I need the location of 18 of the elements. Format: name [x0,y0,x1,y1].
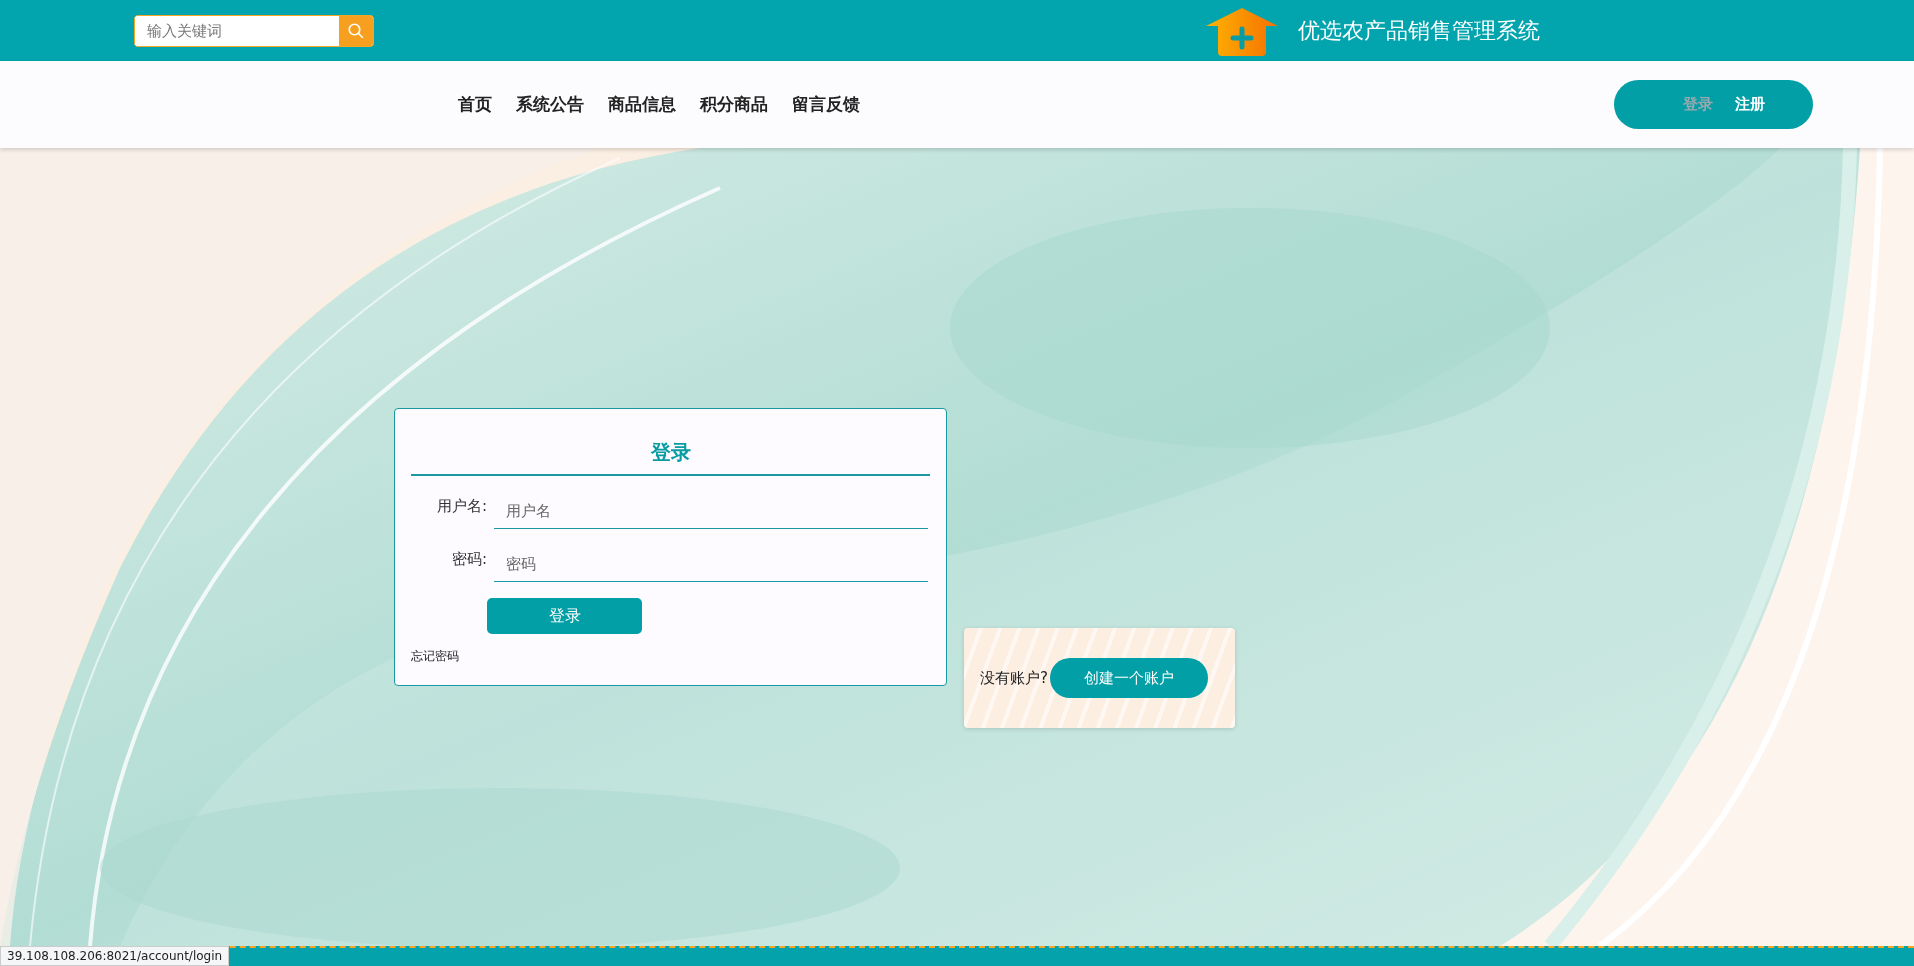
nav-link[interactable]: 留言反馈 [792,93,860,116]
login-title: 登录 [411,423,930,476]
site-title: 优选农产品销售管理系统 [1298,16,1540,45]
search-icon [347,21,365,40]
forgot-password-link[interactable]: 忘记密码 [411,648,459,665]
nav-link[interactable]: 商品信息 [608,93,676,116]
register-prompt: 没有账户? [980,668,1048,688]
nav-link[interactable]: 积分商品 [700,93,768,116]
nav-link[interactable]: 首页 [458,93,492,116]
field-label: 密码: [450,549,487,569]
search-field[interactable]: 输入关键词 [134,14,374,47]
status-url: 39.108.108.206:8021/account/login [0,946,230,966]
house-plus-icon [1204,5,1280,56]
nav-link[interactable]: 系统公告 [516,93,584,116]
input-field[interactable]: 用户名 [494,494,928,529]
input-field[interactable]: 密码 [494,547,928,582]
field-label: 用户名: [435,496,487,516]
search-button[interactable] [339,15,373,46]
